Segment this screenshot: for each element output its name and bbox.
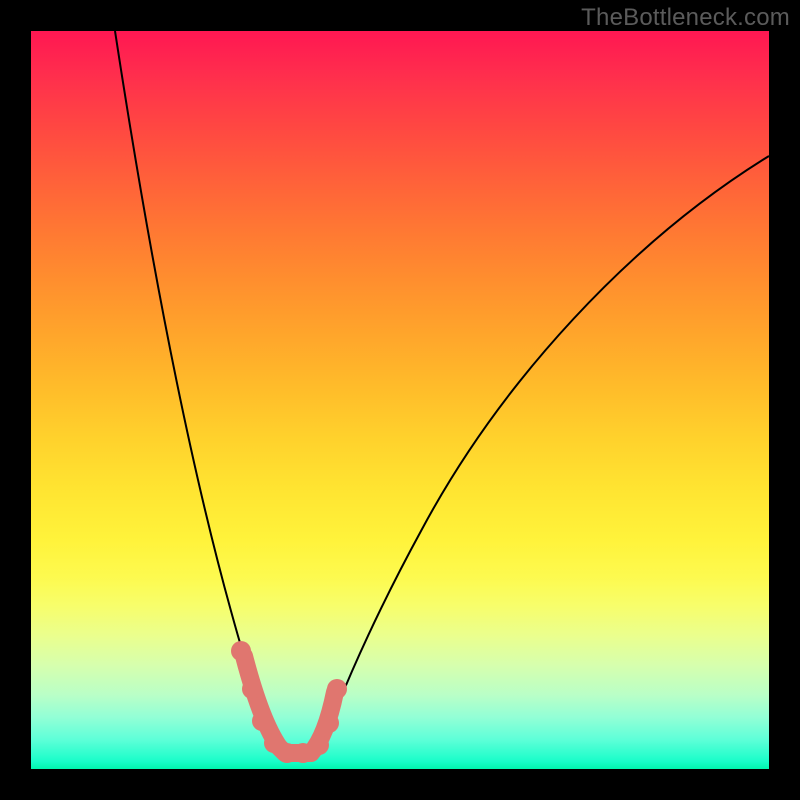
highlight-dot (319, 713, 339, 733)
highlight-dot (252, 711, 272, 731)
highlight-dot (231, 641, 251, 661)
highlight-dot (327, 679, 347, 699)
chart-frame: TheBottleneck.com (0, 0, 800, 800)
watermark-text: TheBottleneck.com (581, 4, 790, 32)
curve-left-branch (115, 31, 279, 753)
highlight-dot (242, 679, 262, 699)
plot-area (31, 31, 769, 769)
curve-right-branch (319, 156, 769, 753)
highlight-dot (309, 735, 329, 755)
chart-svg (31, 31, 769, 769)
